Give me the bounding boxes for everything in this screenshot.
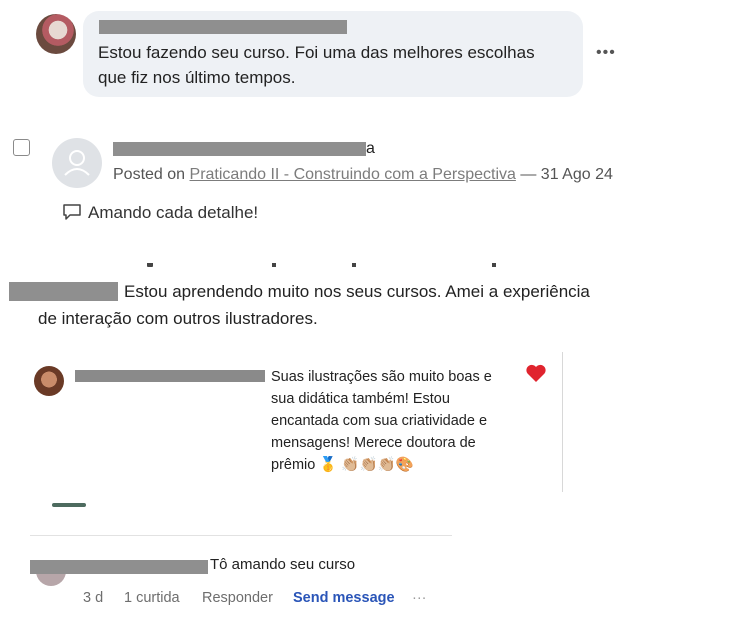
- embedded-comment-line: encantada com sua criatividade e: [271, 413, 488, 429]
- embedded-comment-line: sua didática também! Estou: [271, 391, 450, 407]
- redacted-author-name: [30, 560, 208, 574]
- separator: —: [520, 166, 537, 183]
- comment-bubble-icon: [63, 204, 81, 220]
- embedded-comment-line: mensagens! Merece doutora de: [271, 435, 476, 451]
- avatar[interactable]: [34, 366, 64, 396]
- redacted-author-name: [99, 20, 347, 34]
- reply-text: Tô amando seu curso: [210, 556, 356, 573]
- default-avatar-icon[interactable]: [52, 138, 102, 188]
- story-text-line: Estou aprendendo muito nos seus cursos. …: [124, 282, 590, 301]
- posted-prefix: Posted on: [113, 166, 186, 183]
- cropped-element: [52, 503, 86, 507]
- comment-text: Estou fazendo seu curso. Foi uma das mel…: [98, 40, 535, 90]
- comment-text-line: Estou fazendo seu curso. Foi uma das mel…: [98, 43, 535, 62]
- post-date: 31 Ago 24: [540, 166, 613, 183]
- redacted-author-name: [75, 370, 265, 382]
- heart-icon[interactable]: [525, 363, 547, 388]
- post-comment: Amando cada detalhe!: [62, 203, 258, 223]
- reply-button[interactable]: Responder: [202, 590, 273, 606]
- avatar[interactable]: [36, 14, 76, 54]
- reply-time: 3 d: [83, 590, 104, 606]
- story-text-line: de interação com outros ilustradores.: [38, 309, 318, 328]
- redacted-author-name: [9, 282, 118, 301]
- send-message-button[interactable]: Send message: [293, 590, 395, 606]
- cropped-text-fragment: [122, 263, 502, 271]
- posted-on-line: Posted on Praticando II - Construindo co…: [113, 166, 613, 184]
- select-checkbox[interactable]: [13, 139, 30, 156]
- comment-text-line: que fiz nos último tempos.: [98, 68, 296, 87]
- more-options-icon[interactable]: ···: [412, 590, 427, 606]
- author-name-tail: a: [366, 140, 375, 157]
- post-comment-text: Amando cada detalhe!: [88, 203, 259, 222]
- more-options-icon[interactable]: •••: [596, 44, 616, 62]
- embedded-comment-line: Suas ilustrações são muito boas e: [271, 369, 492, 385]
- course-link[interactable]: Praticando II - Construindo com a Perspe…: [190, 166, 516, 183]
- comment-bubble: Estou fazendo seu curso. Foi uma das mel…: [83, 11, 583, 97]
- redacted-author-name: [113, 142, 366, 156]
- embedded-comment-line: prêmio 🥇 👏🏼👏🏼👏🏼🎨: [271, 457, 414, 473]
- reply-likes[interactable]: 1 curtida: [124, 590, 180, 606]
- embedded-comment-text: Suas ilustrações são muito boas e sua di…: [271, 366, 492, 476]
- divider: [30, 535, 452, 536]
